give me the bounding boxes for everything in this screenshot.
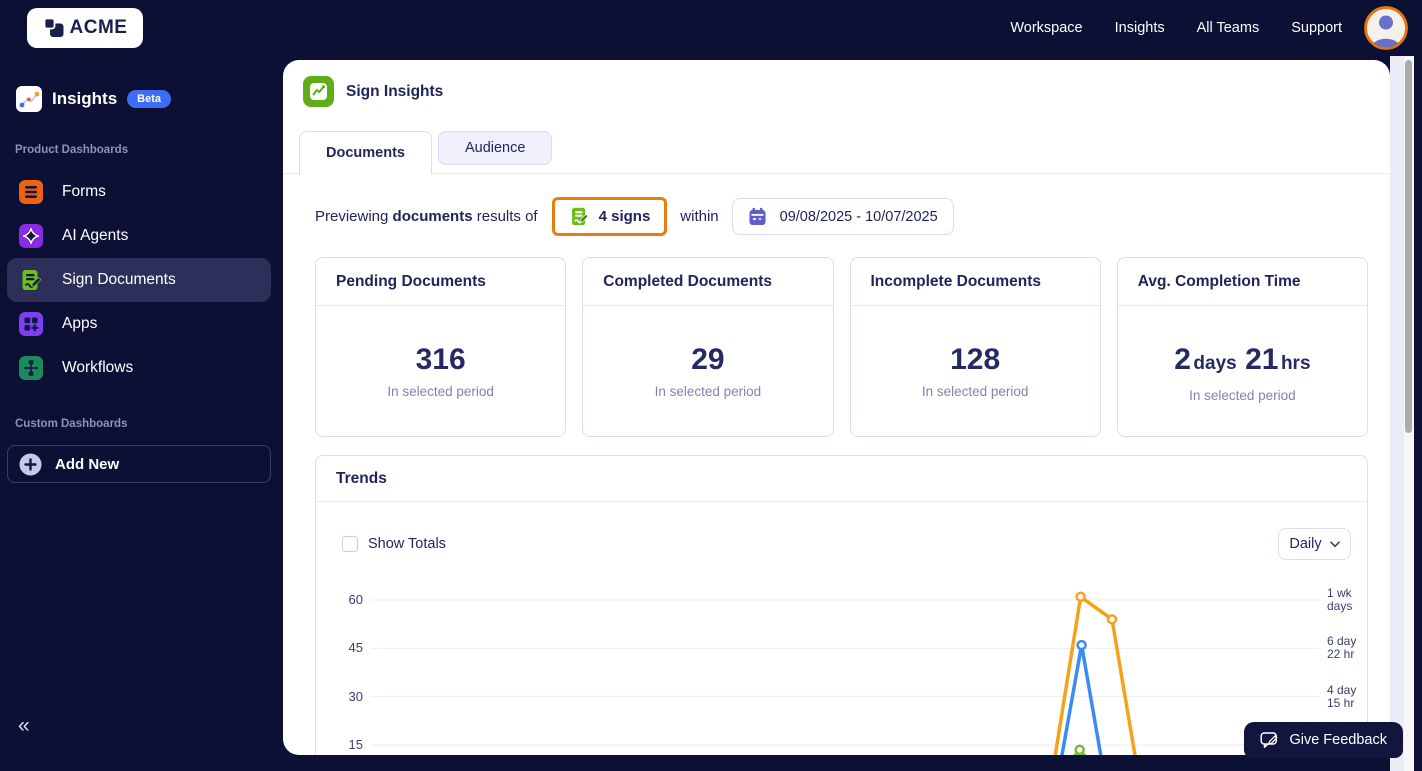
stat-card-completed: Completed Documents 29 In selected perio… [582,257,834,437]
stat-subtitle: In selected period [387,384,494,399]
sidebar: Insights Beta Product Dashboards Forms A… [0,56,283,771]
add-new-button[interactable]: Add New [7,445,271,483]
sidebar-item-sign-documents[interactable]: Sign Documents [7,258,271,302]
blue-series-marker [1076,639,1087,651]
y-tick-label: 15 [348,737,363,752]
stat-value: 316 [415,343,466,376]
stat-title: Completed Documents [603,272,773,290]
trends-title: Trends [336,469,387,487]
apps-icon [19,312,43,336]
forms-icon [19,180,43,204]
y-right-tick-label: 4 day 15 hr [1327,682,1357,710]
stat-subtitle: In selected period [921,384,1029,399]
stat-subtitle: In selected period [654,384,762,399]
y-right-tick-label: 1 wk days [1327,586,1353,613]
show-totals-control: Show Totals [342,536,446,552]
preview-row: Previewing documents results of 4 signs … [315,197,954,236]
orange-series-marker [1106,614,1118,625]
user-avatar[interactable] [1364,6,1408,50]
y-tick-label: 45 [348,640,363,656]
sidebar-app-title: Insights [52,89,118,108]
sign-insights-panel: Sign Insights Documents Audience Preview… [283,60,1390,755]
top-navbar: ACME Workspace Insights All Teams Suppor… [0,0,1422,56]
chart-plot-area [371,591,1321,755]
sidebar-items: Forms AI Agents Sign Documents Apps Work… [7,170,271,390]
date-range-label: 09/08/2025 - 10/07/2025 [779,208,938,225]
stat-card-avg-completion: Avg. Completion Time 2 days 21 hrs In se… [1116,257,1368,437]
panel-header: Sign Insights [303,76,443,107]
sign-documents-icon [22,270,42,290]
nav-link-workspace[interactable]: Workspace [1010,20,1082,36]
scrollbar-thumb[interactable] [1405,60,1412,433]
nav-link-support[interactable]: Support [1291,20,1342,36]
y-tick-label: 60 [348,592,363,607]
show-totals-checkbox[interactable] [342,536,358,552]
beta-badge: Beta [127,90,172,108]
sign-insights-icon [303,76,334,107]
chevron-down-icon [1329,540,1340,548]
signs-filter-button[interactable]: 4 signs [551,197,668,236]
within-label: within [680,208,719,225]
tab-audience[interactable]: Audience [437,131,553,165]
nav-link-all-teams[interactable]: All Teams [1197,20,1260,36]
sidebar-item-label: Forms [62,183,106,200]
sidebar-item-label: Apps [62,315,98,332]
stat-title: Pending Documents [336,272,486,290]
date-range-picker[interactable]: 09/08/2025 - 10/07/2025 [731,198,954,235]
acme-logo-icon [43,17,64,37]
stat-title: Incomplete Documents [870,272,1042,290]
sidebar-app-header: Insights Beta [16,86,172,112]
stat-cards-row: Pending Documents 316 In selected period… [315,257,1368,437]
sidebar-item-label: Workflows [62,359,134,376]
stat-card-pending: Pending Documents 316 In selected period [315,257,567,437]
sign-doc-icon [571,207,589,226]
collapse-sidebar-icon[interactable]: « [18,714,30,738]
stat-value: 29 [691,343,725,376]
section-custom-dashboards: Custom Dashboards [15,418,128,430]
sidebar-item-label: AI Agents [62,227,129,244]
stat-value: 2 days 21 hrs [1174,343,1311,376]
sidebar-item-ai-agents[interactable]: AI Agents [7,214,271,258]
calendar-icon [749,207,766,225]
granularity-select[interactable]: Daily [1278,528,1351,560]
stat-card-incomplete: Incomplete Documents 128 In selected per… [849,257,1101,437]
y-tick-label: 30 [348,688,363,704]
top-nav-links: Workspace Insights All Teams Support [1010,0,1342,56]
insights-app-icon [16,86,42,112]
chart-y-axis-left: 60 45 30 15 [316,586,363,755]
tabs: Documents Audience [283,131,1390,175]
sidebar-item-label: Sign Documents [62,271,176,288]
feedback-icon [1260,732,1278,748]
orange-series-marker [1075,591,1086,603]
acme-logo[interactable]: ACME [27,8,143,48]
acme-logo-text: ACME [69,17,128,38]
stat-value: 128 [950,343,1001,376]
sidebar-item-forms[interactable]: Forms [7,170,271,214]
add-new-label: Add New [55,455,120,473]
section-product-dashboards: Product Dashboards [15,144,129,156]
preview-text: Previewing documents results of [315,208,538,225]
plus-circle-icon [19,453,42,475]
signs-count-label: 4 signs [598,208,651,225]
y-right-tick-label: 6 day 22 hr [1327,634,1357,662]
trends-card: Trends Show Totals Daily 60 45 30 15 1 wk da… [315,455,1368,755]
nav-link-insights[interactable]: Insights [1115,20,1165,36]
tab-documents[interactable]: Documents [299,131,432,175]
show-totals-label: Show Totals [368,536,446,552]
ai-agents-icon [19,224,43,248]
stat-subtitle: In selected period [1189,388,1296,403]
workflows-icon [19,356,43,380]
sidebar-item-apps[interactable]: Apps [7,302,271,346]
page-gutter [1390,56,1404,771]
trends-chart: 60 45 30 15 1 wk days 6 day 22 hr 4 day 15 hr [316,586,1367,755]
sidebar-item-workflows[interactable]: Workflows [7,346,271,390]
page-title: Sign Insights [346,82,444,100]
stat-title: Avg. Completion Time [1137,272,1301,290]
give-feedback-label: Give Feedback [1289,732,1387,748]
granularity-value: Daily [1289,536,1322,552]
green-series-marker [1074,744,1085,755]
give-feedback-button[interactable]: Give Feedback [1244,722,1403,758]
